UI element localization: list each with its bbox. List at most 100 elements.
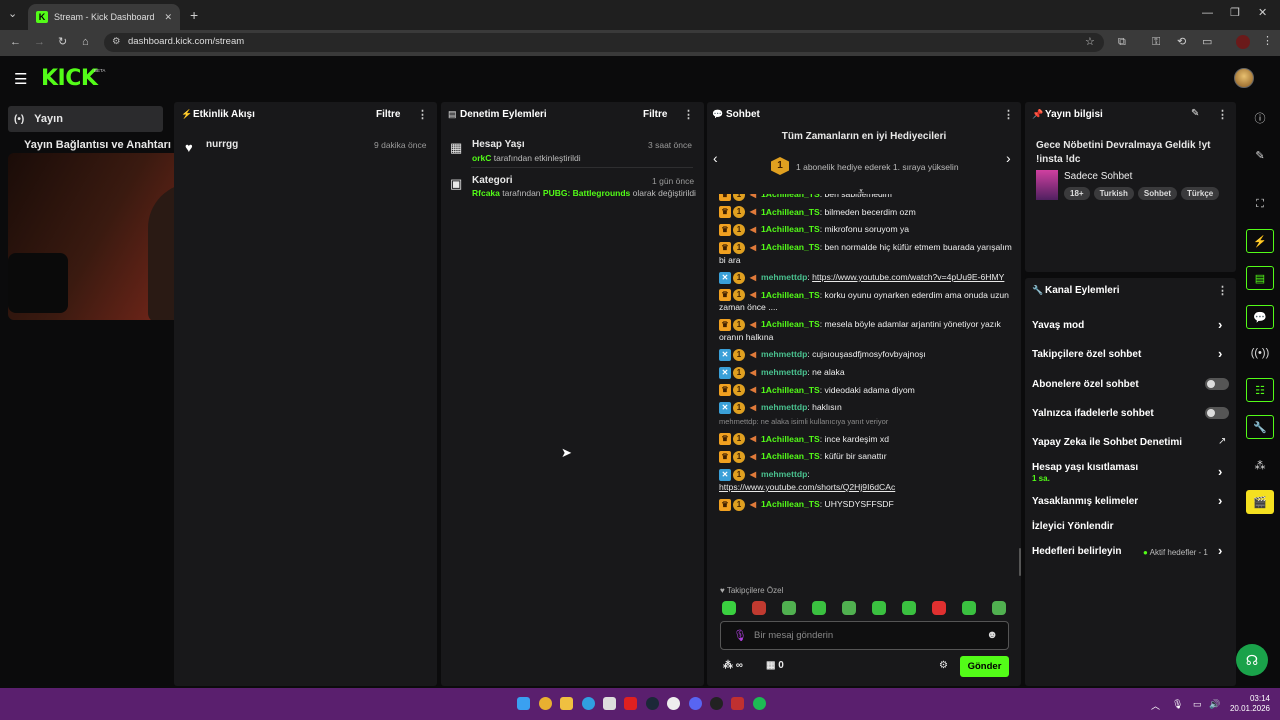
slow-mode-row[interactable]: Yavaş mod (1032, 320, 1084, 331)
category-name[interactable]: Sadece Sohbet (1064, 171, 1132, 182)
chat-username[interactable]: 1Achillean_TS (761, 434, 820, 444)
tag[interactable]: 18+ (1064, 187, 1090, 200)
mod-item-actor[interactable]: Rfcaka (472, 188, 500, 198)
chat-username[interactable]: 1Achillean_TS (761, 319, 820, 329)
activity-user[interactable]: nurrgg (206, 139, 238, 150)
external-chart-icon[interactable]: ↗ (1218, 436, 1226, 447)
chat-username[interactable]: 1Achillean_TS (761, 451, 820, 461)
moderators-icon[interactable]: ☷ (1246, 378, 1274, 402)
tab-list-icon[interactable]: ⌄ (8, 9, 17, 20)
password-key-icon[interactable]: ⚿ (1152, 37, 1160, 48)
emote-icon[interactable] (902, 601, 916, 615)
ai-moderation-row[interactable]: Yapay Zeka ile Sohbet Denetimi (1032, 437, 1182, 448)
viewer-redirect-row[interactable]: İzleyici Yönlendir (1032, 521, 1114, 532)
chat-message[interactable]: ♛ 1 ◀ 1Achillean_TS: bilmeden becerdim ozm (719, 206, 1014, 219)
sidebar-item-stream-keys[interactable]: Yayın Bağlantısı ve Anahtarı (24, 139, 171, 151)
tag[interactable]: Sohbet (1137, 187, 1177, 200)
spotify-icon[interactable] (753, 697, 766, 710)
hamburger-menu-icon[interactable]: ☰ (14, 70, 27, 88)
emote-icon[interactable] (992, 601, 1006, 615)
chat-message[interactable]: ♛ 1 ◀ 1Achillean_TS: mikrofonu soruyom ya (719, 223, 1014, 237)
chat-icon[interactable]: 💬 (1246, 305, 1274, 329)
chat-message[interactable]: ♛ 1 ◀ 1Achillean_TS: ben normalde hiç küfür… (719, 241, 1014, 266)
user-avatar[interactable] (1234, 68, 1254, 88)
obs-icon[interactable] (710, 697, 723, 710)
start-icon[interactable] (517, 697, 530, 710)
chat-message[interactable]: ✕ 1 ◀ mehmettdp: https://www.youtube.com/wa… (719, 271, 1014, 284)
chat-message[interactable]: ✕ 1 ◀ mehmettdp: https://www.youtube.com/sho… (719, 468, 1014, 493)
chat-more-icon[interactable]: ⋮ (1003, 108, 1014, 121)
account-age-row[interactable]: Hesap yaşı kısıtlaması (1032, 462, 1138, 473)
tray-network-icon[interactable]: ▭ (1193, 699, 1202, 710)
channel-points[interactable]: ⁂ ∞ (723, 660, 743, 671)
kick-logo[interactable]: KICK (41, 66, 98, 91)
moderation-more-icon[interactable]: ⋮ (683, 108, 694, 121)
tools-icon[interactable]: 🔧 (1246, 415, 1274, 439)
chevron-right-icon[interactable]: › (1218, 493, 1222, 508)
new-tab-icon[interactable]: + (190, 8, 198, 22)
support-headset-icon[interactable]: ☊ (1236, 644, 1268, 676)
close-window-icon[interactable]: ✕ (1258, 8, 1267, 19)
send-button[interactable]: Gönder (960, 656, 1009, 677)
chat-message-list[interactable]: ♛ 1 ◀ 1Achillean_TS: ben sabitlemedim ♛ 1 ◀ 1Ac… (719, 194, 1014, 578)
chat-username[interactable]: mehmettdp (761, 469, 807, 479)
emote-icon[interactable] (722, 601, 736, 615)
emote-icon[interactable] (932, 601, 946, 615)
stream-info-more-icon[interactable]: ⋮ (1217, 108, 1228, 121)
banned-words-row[interactable]: Yasaklanmış kelimeler (1032, 496, 1138, 507)
chat-link[interactable]: https://www.youtube.com/watch?v=4pUu9E-6… (812, 272, 1004, 282)
emote-icon[interactable] (842, 601, 856, 615)
sidepanel-icon[interactable]: ▭ (1202, 37, 1212, 48)
channel-actions-more-icon[interactable]: ⋮ (1217, 284, 1228, 297)
chat-message[interactable]: ♛ 1 ◀ 1Achillean_TS: UHYSDYSFFSDF (719, 498, 1014, 511)
chevron-right-icon[interactable]: › (1218, 543, 1222, 558)
chat-input[interactable]: 🎙 Bir mesaj gönderin ☻ (720, 621, 1009, 650)
minimize-icon[interactable]: — (1202, 8, 1213, 19)
microphone-icon[interactable]: 🎙 (733, 629, 747, 642)
emote-icon[interactable] (752, 601, 766, 615)
tag[interactable]: Turkish (1093, 187, 1134, 200)
mod-item-actor[interactable]: orkC (472, 153, 491, 163)
maximize-icon[interactable]: ❐ (1230, 8, 1240, 19)
chat-message[interactable]: ♛ 1 ◀ 1Achillean_TS: videodaki adama diyom (719, 384, 1014, 397)
subs-only-toggle[interactable] (1205, 378, 1229, 390)
discord-icon[interactable] (689, 697, 702, 710)
store-taskbar-icon[interactable] (603, 697, 616, 710)
chat-username[interactable]: 1Achillean_TS (761, 224, 820, 234)
tag[interactable]: Türkçe (1181, 187, 1220, 200)
activity-filter-button[interactable]: Filtre (376, 109, 400, 120)
chrome-taskbar-icon[interactable] (539, 697, 552, 710)
chat-message[interactable]: ♛ 1 ◀ 1Achillean_TS: küfür bir sanattır (719, 450, 1014, 464)
info-icon[interactable]: ⓘ (1246, 106, 1274, 130)
goals-row[interactable]: Hedefleri belirleyin (1032, 546, 1121, 557)
chat-message[interactable]: ♛ 1 ◀ 1Achillean_TS: ince kardeşim xd (719, 433, 1014, 446)
emote-icon[interactable] (872, 601, 886, 615)
clip-icon[interactable]: 🎬 (1246, 490, 1274, 514)
chat-username[interactable]: mehmettdp (761, 349, 807, 359)
close-tab-icon[interactable]: ✕ (164, 12, 172, 23)
chat-settings-icon[interactable]: ⚙ (939, 660, 948, 671)
edit-pencil-icon[interactable]: ✎ (1191, 108, 1199, 119)
chat-username[interactable]: 1Achillean_TS (761, 207, 820, 217)
moderation-filter-button[interactable]: Filtre (643, 109, 667, 120)
address-bar[interactable]: ⚙ dashboard.kick.com/stream (104, 33, 1104, 52)
back-icon[interactable]: ← (10, 37, 21, 48)
sidebar-item-stream[interactable]: (•) Yayın (8, 106, 163, 132)
followers-only-row[interactable]: Takipçilere özel sohbet (1032, 349, 1141, 360)
chat-message[interactable]: ♛ 1 ◀ 1Achillean_TS: ben sabitlemedim (719, 194, 1014, 201)
edge-icon[interactable] (582, 697, 595, 710)
chat-username[interactable]: 1Achillean_TS (761, 194, 820, 199)
activity-rail-icon[interactable]: ⁂ (1246, 453, 1274, 477)
chat-username[interactable]: mehmettdp (761, 367, 807, 377)
edit-icon[interactable]: ✎ (1246, 143, 1274, 167)
youtube-icon[interactable] (624, 697, 637, 710)
chat-username[interactable]: mehmettdp (761, 272, 807, 282)
store-button[interactable]: ▦ 0 (766, 660, 784, 671)
next-arrow-icon[interactable]: › (1006, 150, 1011, 166)
browser-tab[interactable]: K Stream - Kick Dashboard ✕ (28, 4, 180, 30)
taskbar-clock[interactable]: 03:14 20.01.2026 (1226, 694, 1270, 715)
reload-icon[interactable]: ↻ (58, 37, 67, 48)
reply-context[interactable]: mehmettdp: ne alaka isimli kullanıcıya y… (719, 417, 1014, 428)
quick-actions-icon[interactable]: ⚡ (1246, 229, 1274, 253)
emote-icon[interactable] (812, 601, 826, 615)
